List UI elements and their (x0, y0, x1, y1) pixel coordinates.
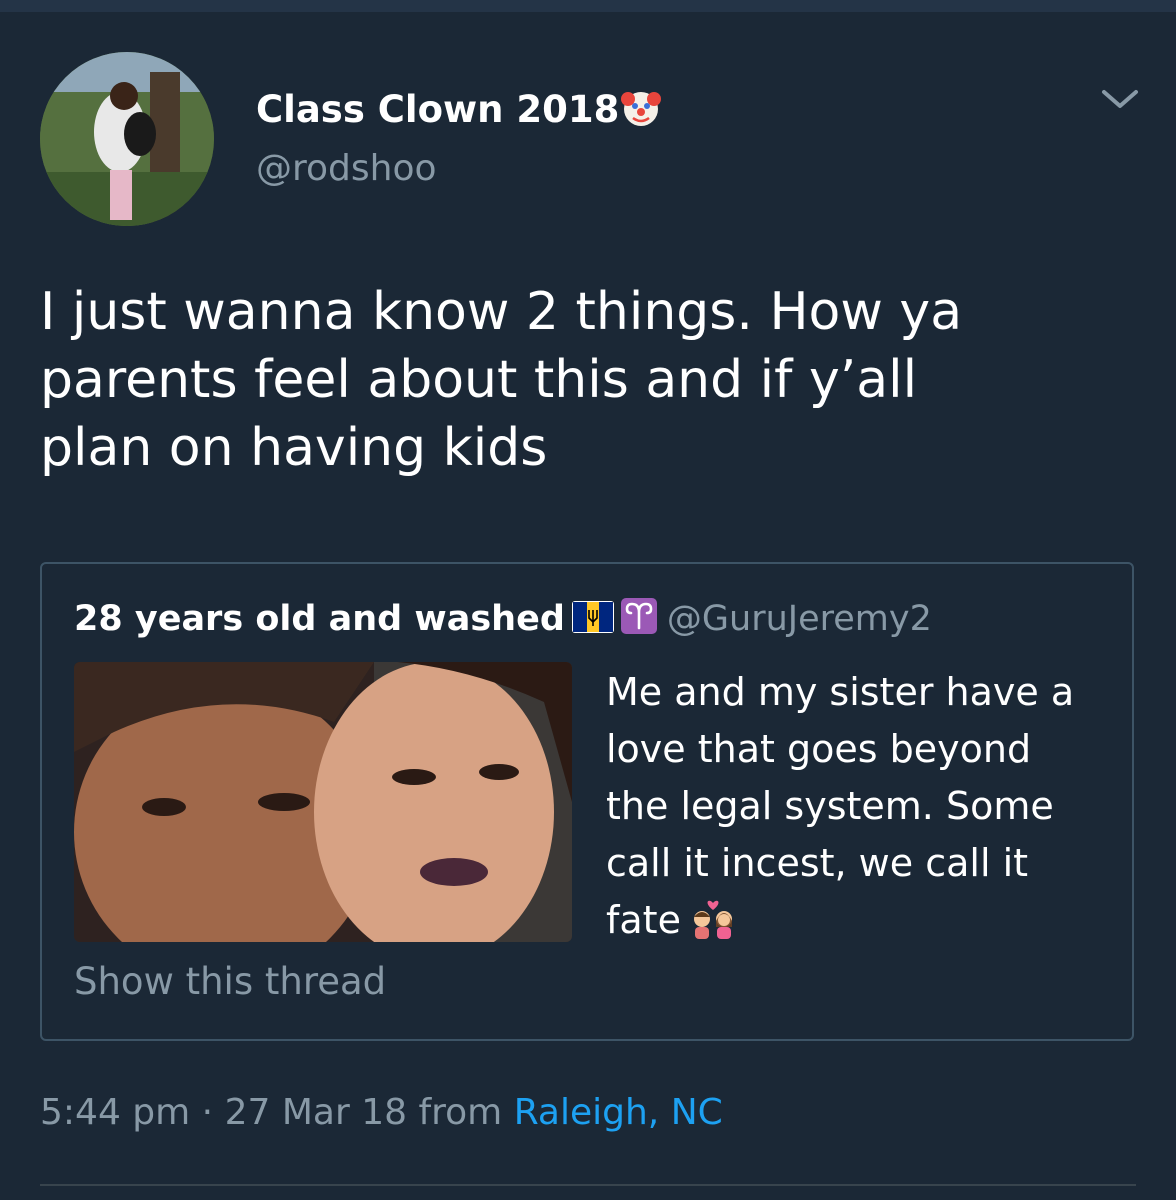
clown-face-icon (621, 88, 662, 137)
quoted-display-name: 28 years old and washed (74, 599, 565, 639)
user-handle[interactable]: @rodshoo (256, 148, 437, 189)
chevron-down-icon[interactable] (1098, 84, 1142, 114)
tweet-text: I just wanna know 2 things. How ya paren… (40, 282, 963, 478)
quoted-author: 28 years old and washed @GuruJeremy2 (74, 598, 932, 643)
barbados-flag-icon (571, 600, 615, 643)
from-label: from (418, 1092, 503, 1133)
avatar[interactable] (40, 52, 214, 226)
quoted-tweet-card[interactable]: 28 years old and washed @GuruJeremy2 Me a… (40, 562, 1134, 1041)
display-name[interactable]: Class Clown 2018 (256, 88, 662, 137)
tweet-date[interactable]: 27 Mar 18 (225, 1092, 407, 1133)
display-name-text: Class Clown 2018 (256, 88, 620, 131)
tweet-meta: 5:44 pm · 27 Mar 18 from Raleigh, NC (40, 1092, 723, 1133)
top-bar (0, 0, 1176, 12)
quoted-tweet-text: Me and my sister have a love that goes b… (606, 664, 1106, 955)
meta-separator: · (201, 1092, 214, 1133)
tweet-time[interactable]: 5:44 pm (40, 1092, 190, 1133)
aries-sign-icon (620, 598, 657, 643)
show-thread-link[interactable]: Show this thread (74, 960, 386, 1003)
couple-with-heart-icon (687, 898, 739, 955)
quoted-photo-content (74, 662, 572, 942)
quoted-photo[interactable] (74, 662, 572, 942)
location-link[interactable]: Raleigh, NC (514, 1092, 723, 1133)
divider (40, 1184, 1136, 1186)
quoted-handle: @GuruJeremy2 (666, 599, 932, 639)
avatar-photo (40, 52, 214, 226)
quoted-text-body: Me and my sister have a love that goes b… (606, 670, 1075, 942)
